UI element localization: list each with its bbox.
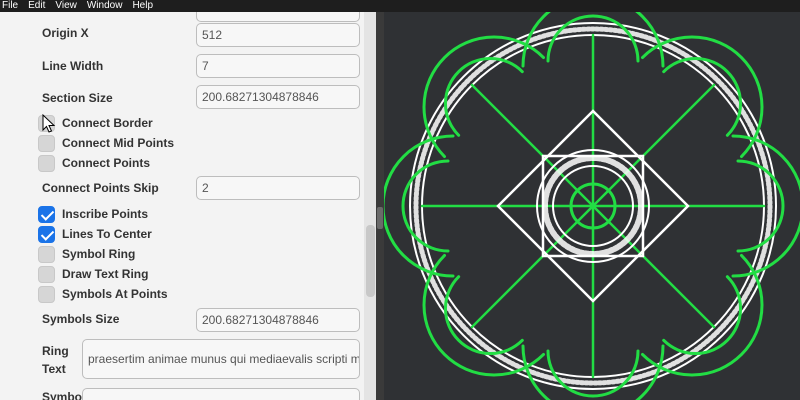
inscribe-points-checkbox[interactable]: Inscribe Points xyxy=(38,205,148,223)
origin-x-input[interactable]: 512 xyxy=(196,23,360,47)
menu-file[interactable]: File xyxy=(2,0,18,12)
previous-field-partial[interactable] xyxy=(196,12,360,22)
symbol-ring-checkbox[interactable]: Symbol Ring xyxy=(38,245,135,263)
settings-panel: Origin X 512 Line Width 7 Section Size 2… xyxy=(0,12,376,400)
ring-text-input[interactable]: praesertim animae munus qui mediaevalis … xyxy=(82,339,360,379)
menu-view[interactable]: View xyxy=(55,0,77,12)
connect-border-label: Connect Border xyxy=(62,116,153,130)
connect-points-box[interactable] xyxy=(38,154,55,172)
symbols-at-points-label: Symbols At Points xyxy=(62,287,168,301)
symbols-size-label: Symbols Size xyxy=(42,312,120,326)
splitter-grip-handle[interactable] xyxy=(377,207,383,229)
line-width-input[interactable]: 7 xyxy=(196,54,360,78)
menu-bar: File Edit View Window Help xyxy=(0,0,800,12)
lines-to-center-box[interactable] xyxy=(38,225,55,243)
symbol-ring-label: Symbol Ring xyxy=(62,247,136,261)
section-size-label: Section Size xyxy=(42,91,113,105)
draw-text-ring-box[interactable] xyxy=(38,265,55,283)
inscribe-points-label: Inscribe Points xyxy=(62,207,149,221)
draw-text-ring-label: Draw Text Ring xyxy=(62,267,149,281)
panel-scrollbar-track[interactable] xyxy=(364,12,376,400)
lines-to-center-checkbox[interactable]: Lines To Center xyxy=(38,225,152,243)
section-size-input[interactable]: 200.68271304878846 xyxy=(196,85,360,109)
connect-points-label: Connect Points xyxy=(62,156,151,170)
inscribe-points-box[interactable] xyxy=(38,205,55,223)
connect-points-skip-input[interactable]: 2 xyxy=(196,176,360,200)
line-width-label: Line Width xyxy=(42,59,104,73)
connect-mid-points-label: Connect Mid Points xyxy=(62,136,174,150)
connect-mid-points-checkbox[interactable]: Connect Mid Points xyxy=(38,134,174,152)
panel-scrollbar-thumb[interactable] xyxy=(366,225,375,297)
pane-splitter[interactable] xyxy=(376,12,384,400)
connect-points-skip-label: Connect Points Skip xyxy=(42,181,159,195)
menu-help[interactable]: Help xyxy=(132,0,153,12)
center-green-lines xyxy=(570,183,616,229)
symbol-ring-box[interactable] xyxy=(38,245,55,263)
connect-points-checkbox[interactable]: Connect Points xyxy=(38,154,150,172)
menu-window[interactable]: Window xyxy=(87,0,123,12)
symbols-at-points-checkbox[interactable]: Symbols At Points xyxy=(38,285,168,303)
menu-edit[interactable]: Edit xyxy=(28,0,45,12)
drawing-canvas[interactable] xyxy=(384,12,800,400)
origin-x-label: Origin X xyxy=(42,26,89,40)
draw-text-ring-checkbox[interactable]: Draw Text Ring xyxy=(38,265,148,283)
ring-text-label: Ring Text xyxy=(42,344,69,376)
symbols-size-input[interactable]: 200.68271304878846 xyxy=(196,308,360,332)
symbol-label: Symbol xyxy=(42,390,86,400)
lines-to-center-label: Lines To Center xyxy=(62,227,152,241)
mouse-pointer-icon xyxy=(42,114,56,133)
connect-mid-points-box[interactable] xyxy=(38,134,55,152)
symbols-at-points-box[interactable] xyxy=(38,285,55,303)
magic-circle-drawing xyxy=(384,12,800,400)
symbol-input[interactable] xyxy=(82,388,360,400)
